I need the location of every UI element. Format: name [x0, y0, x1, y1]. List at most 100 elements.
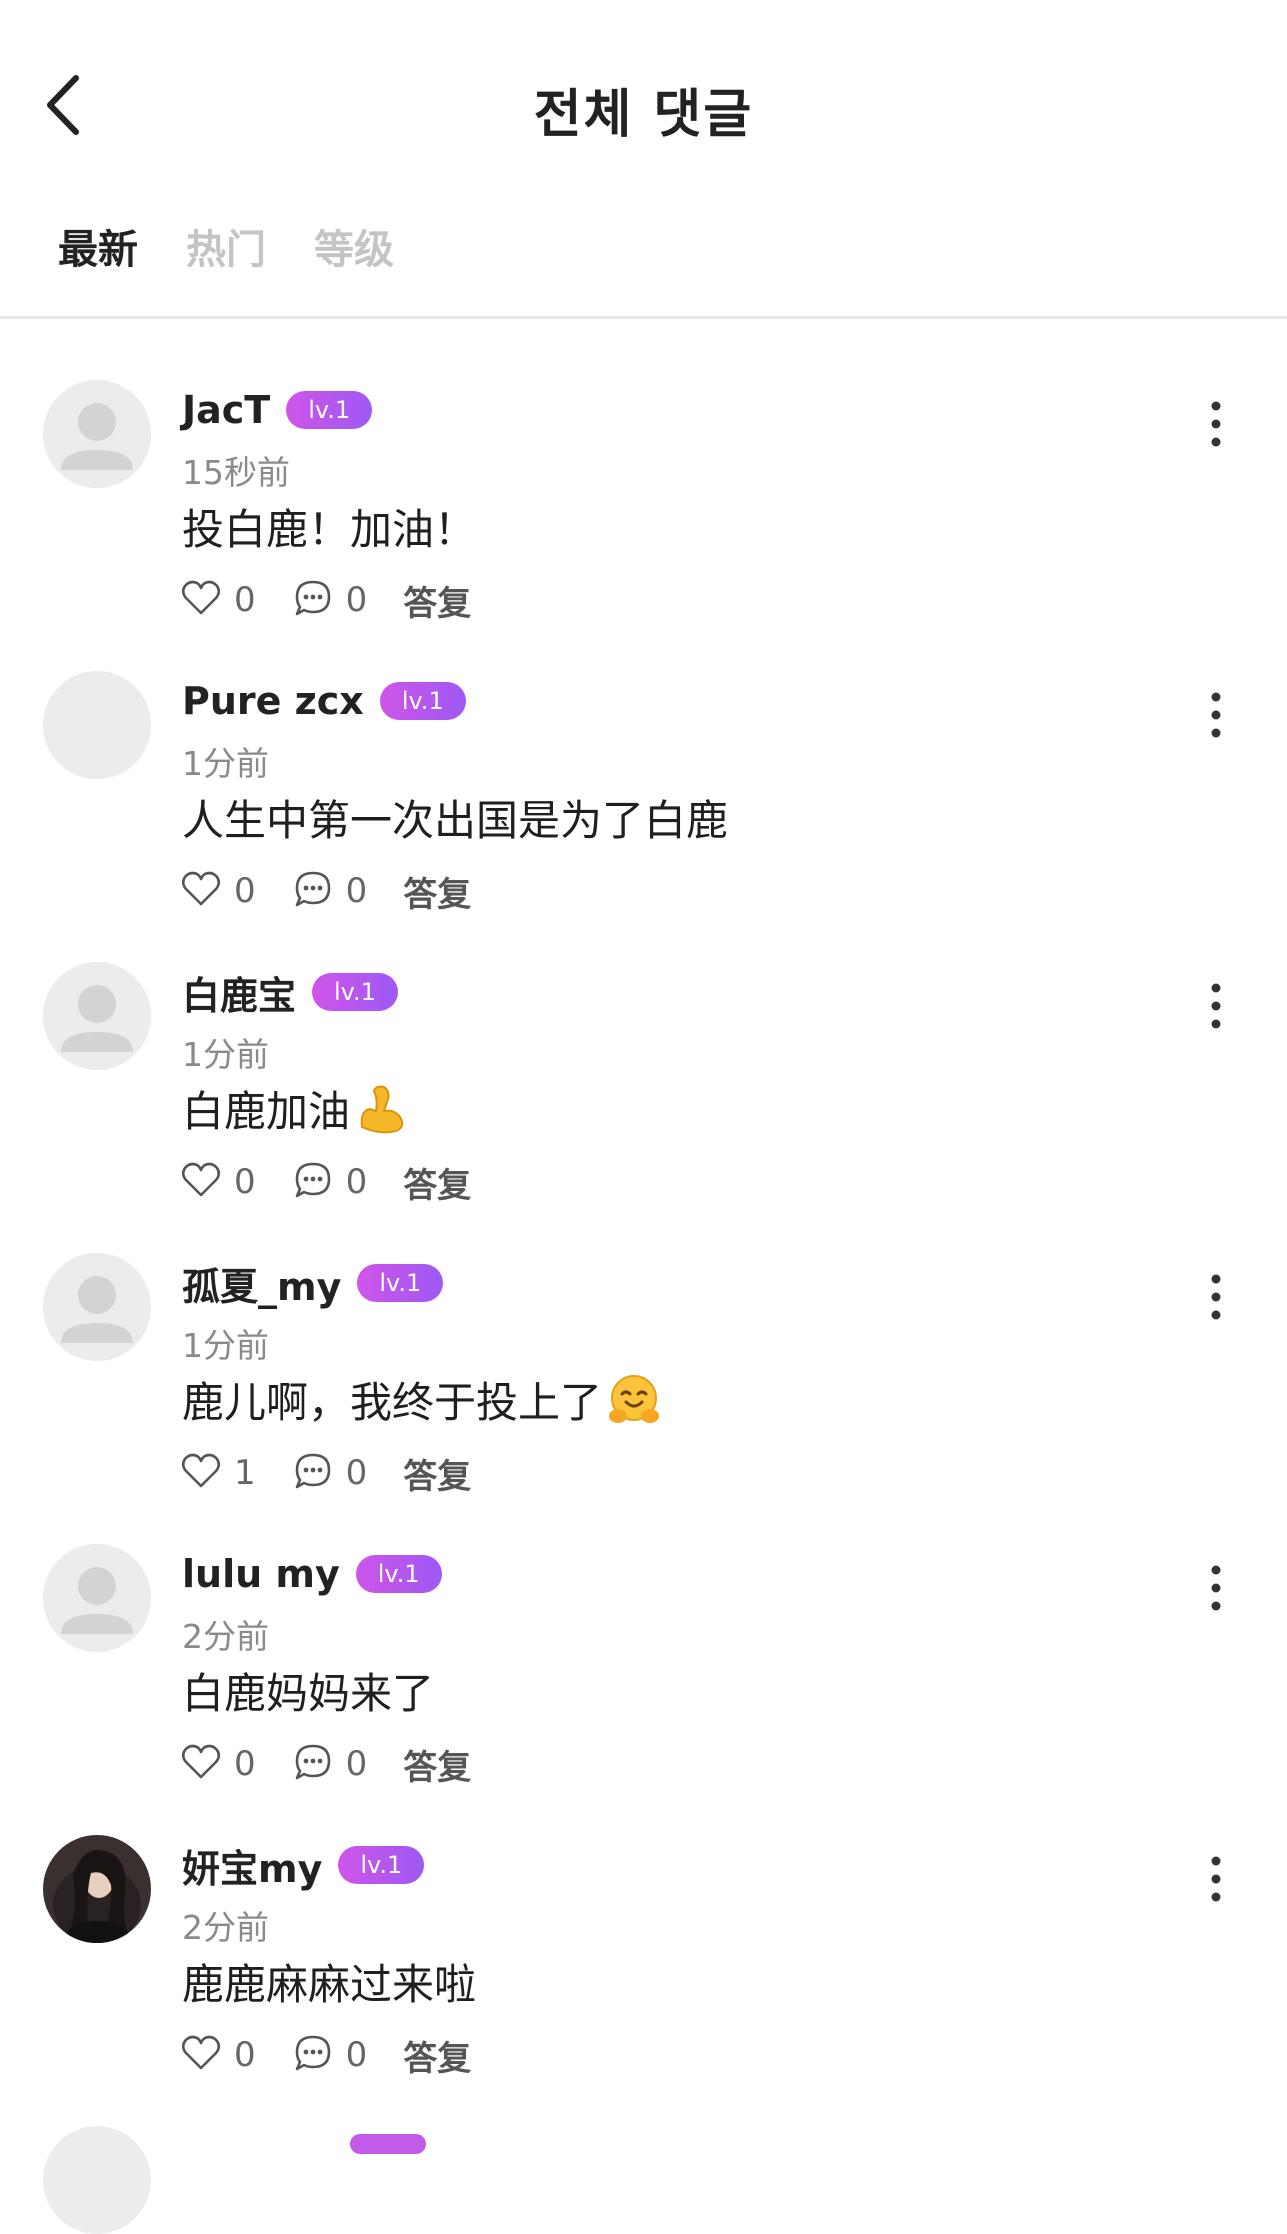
like-button[interactable]: 1: [180, 1450, 256, 1496]
username[interactable]: 孤夏_my: [182, 1256, 341, 1311]
comment-text: 鹿鹿麻麻过来啦: [182, 1960, 477, 2009]
comment-button[interactable]: 0: [292, 2032, 368, 2078]
reply-count: 0: [345, 871, 368, 911]
comment-text: 白鹿妈妈来了: [182, 1669, 435, 1718]
reply-button[interactable]: 答复: [403, 1740, 471, 1789]
like-count: 0: [234, 1162, 256, 1202]
reply-button[interactable]: 答复: [403, 2031, 471, 2080]
comment-bubble-icon: [292, 577, 334, 623]
user-line: Pure zcx lv.1: [182, 676, 466, 726]
reply-count: 0: [345, 1744, 368, 1784]
more-options-button[interactable]: [1196, 685, 1236, 745]
tab-popular[interactable]: 热门: [186, 222, 266, 282]
comment-actions: 0 0 答复: [180, 2030, 471, 2080]
avatar[interactable]: [43, 962, 151, 1070]
level-badge: [350, 2134, 426, 2154]
level-badge: lv.1: [379, 682, 466, 720]
comment-text-row: 人生中第一次出国是为了白鹿: [182, 787, 728, 848]
like-button[interactable]: 0: [180, 1159, 256, 1205]
reply-button[interactable]: 答复: [403, 1449, 471, 1498]
like-count: 1: [234, 1453, 256, 1493]
more-options-button[interactable]: [1196, 1558, 1236, 1618]
like-count: 0: [234, 1744, 256, 1784]
avatar[interactable]: [43, 2126, 151, 2234]
level-badge: lv.1: [286, 391, 373, 429]
heart-icon: [180, 1741, 222, 1787]
hugging-face-icon: [606, 1372, 662, 1428]
comment-button[interactable]: 0: [292, 1450, 368, 1496]
user-line: 白鹿宝 lv.1: [182, 965, 398, 1020]
more-vertical-icon: [1196, 1274, 1236, 1331]
like-count: 0: [234, 580, 256, 620]
level-badge: lv.1: [357, 1264, 444, 1302]
reply-button[interactable]: 答复: [403, 576, 471, 625]
more-options-button[interactable]: [1196, 976, 1236, 1036]
heart-icon: [180, 2032, 222, 2078]
username[interactable]: 白鹿宝: [182, 965, 296, 1020]
reply-button[interactable]: 答复: [403, 867, 471, 916]
comment-item: 白鹿宝 lv.1 1分前白鹿加油 0 0 答复: [0, 950, 1287, 1241]
comment-text-row: 投白鹿！加油！: [182, 496, 476, 557]
reply-count: 0: [345, 580, 368, 620]
avatar[interactable]: [43, 1253, 151, 1361]
comment-actions: 0 0 答复: [180, 1739, 471, 1789]
avatar[interactable]: [43, 671, 151, 779]
user-line: 妍宝my lv.1: [182, 1838, 425, 1893]
more-options-button[interactable]: [1196, 1849, 1236, 1909]
heart-icon: [180, 868, 222, 914]
more-vertical-icon: [1196, 1856, 1236, 1913]
top-bar: 전체 댓글: [0, 0, 1287, 200]
like-button[interactable]: 0: [180, 2032, 256, 2078]
avatar[interactable]: [43, 380, 151, 488]
comment-time: 1分前: [182, 1326, 269, 1365]
divider: [0, 316, 1287, 319]
comment-bubble-icon: [292, 1450, 334, 1496]
like-count: 0: [234, 871, 256, 911]
avatar[interactable]: [43, 1835, 151, 1943]
like-button[interactable]: 0: [180, 1741, 256, 1787]
sort-tabs: 最新 热门 等级: [58, 222, 442, 282]
comment-item: 孤夏_my lv.1 1分前鹿儿啊，我终于投上了 1 0 答复: [0, 1241, 1287, 1532]
comment-button[interactable]: 0: [292, 1741, 368, 1787]
comment-text: 白鹿加油: [182, 1087, 351, 1136]
username[interactable]: lulu my: [182, 1552, 340, 1596]
comment-actions: 0 0 答复: [180, 866, 471, 916]
reply-count: 0: [345, 1453, 368, 1493]
like-button[interactable]: 0: [180, 577, 256, 623]
reply-count: 0: [345, 1162, 368, 1202]
username[interactable]: JacT: [182, 388, 270, 432]
heart-icon: [180, 1450, 222, 1496]
level-badge: lv.1: [338, 1846, 425, 1884]
reply-button[interactable]: 答复: [403, 1158, 471, 1207]
more-vertical-icon: [1196, 1565, 1236, 1622]
comment-bubble-icon: [292, 1159, 334, 1205]
comment-button[interactable]: 0: [292, 1159, 368, 1205]
comment-text: 鹿儿啊，我终于投上了: [182, 1378, 603, 1427]
user-line: JacT lv.1: [182, 385, 373, 435]
comment-bubble-icon: [292, 868, 334, 914]
more-vertical-icon: [1196, 692, 1236, 749]
comment-text-row: 白鹿妈妈来了: [182, 1660, 434, 1721]
username[interactable]: Pure zcx: [182, 679, 364, 723]
tab-level[interactable]: 等级: [314, 222, 394, 282]
more-options-button[interactable]: [1196, 394, 1236, 454]
like-count: 0: [234, 2035, 256, 2075]
comment-item: JacT lv.1 15秒前投白鹿！加油！ 0 0 答复: [0, 368, 1287, 659]
comment-list: JacT lv.1 15秒前投白鹿！加油！ 0 0 答复 Pure zcx lv.1 1分前 人生…: [0, 368, 1287, 2114]
page-title: 전체 댓글: [533, 85, 754, 145]
comment-actions: 0 0 答复: [180, 1157, 471, 1207]
comment-item: Pure zcx lv.1 1分前 人生中第一次出国是为了白鹿 0 0 答复: [0, 659, 1287, 950]
comment-button[interactable]: 0: [292, 577, 368, 623]
like-button[interactable]: 0: [180, 868, 256, 914]
comment-button[interactable]: 0: [292, 868, 368, 914]
avatar[interactable]: [43, 1544, 151, 1652]
comment-time: 15秒前: [182, 453, 290, 492]
tab-latest[interactable]: 最新: [58, 222, 138, 282]
reply-count: 0: [345, 2035, 368, 2075]
comment-item: 妍宝my lv.1 2分前 鹿鹿麻麻过来啦 0 0 答复: [0, 1823, 1287, 2114]
more-options-button[interactable]: [1196, 1267, 1236, 1327]
username[interactable]: 妍宝my: [182, 1838, 322, 1893]
more-vertical-icon: [1196, 401, 1236, 458]
comment-bubble-icon: [292, 1741, 334, 1787]
comment-time: 1分前: [182, 1035, 269, 1074]
